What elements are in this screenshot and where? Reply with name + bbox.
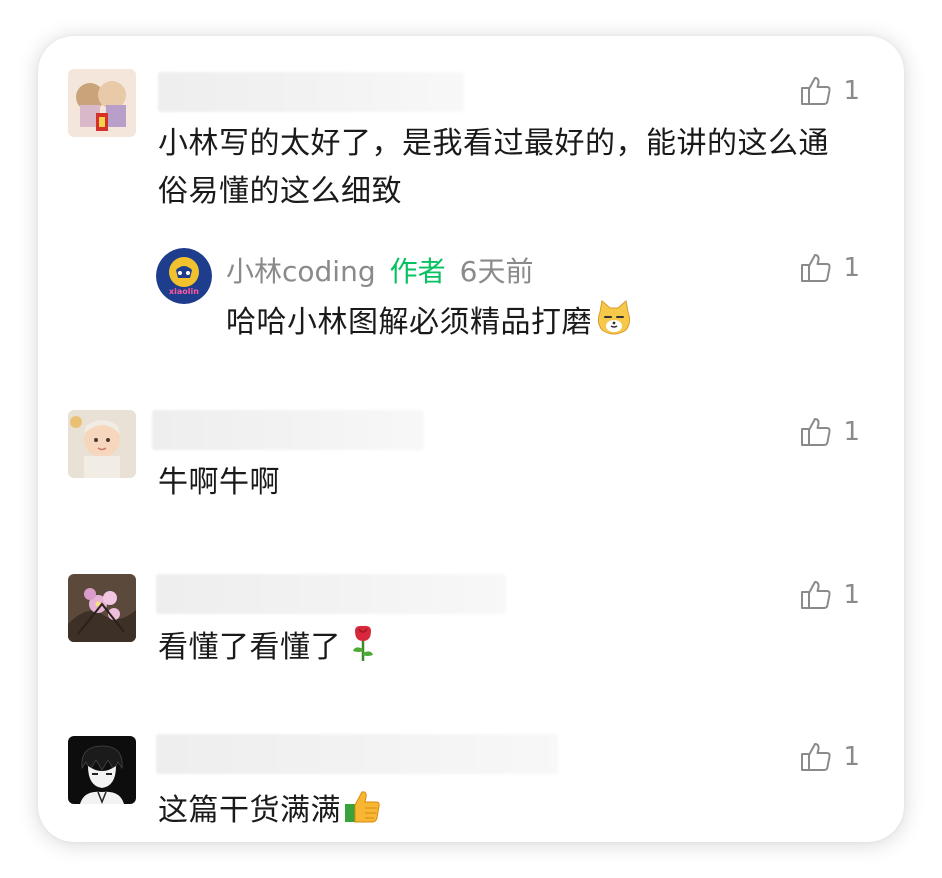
comment-text: 看懂了看懂了 [158,630,341,665]
comment-text: 小林写的太好了，是我看过最好的，能讲的这么通俗易懂的这么细致 [158,126,829,209]
like-count: 1 [843,253,860,283]
thumb-up-icon [799,74,833,108]
like-count: 1 [843,76,860,106]
like-count: 1 [843,417,860,447]
avatar[interactable] [68,410,136,478]
thumb-up-icon [799,740,833,774]
like-button[interactable]: 1 [799,740,860,774]
username-redacted [156,734,558,774]
reply-text: 哈哈小林图解必须精品打磨 [226,305,592,340]
thumb-up-icon [799,578,833,612]
username-redacted [158,72,464,112]
avatar[interactable] [68,736,136,804]
like-button[interactable]: 1 [799,74,860,108]
like-count: 1 [843,580,860,610]
thumbs-up-emoji [343,786,383,826]
thumb-up-icon [799,415,833,449]
username-redacted [152,410,424,450]
reply-content: 哈哈小林图解必须精品打磨 [226,298,846,347]
comment-card: 1 小林写的太好了，是我看过最好的，能讲的这么通俗易懂的这么细致 xiaolin… [38,36,904,842]
comment-content: 看懂了看懂了 [158,623,383,672]
like-count: 1 [843,742,860,772]
avatar[interactable] [68,69,136,137]
comment-text: 牛啊牛啊 [158,465,280,500]
comment-content: 这篇干货满满 [158,786,383,835]
cat-face-emoji [594,298,634,338]
rose-emoji [343,623,383,663]
reply-time: 6天前 [459,255,534,288]
author-tag: 作者 [389,255,446,288]
author-avatar[interactable]: xiaolin [156,248,212,304]
thumb-up-icon [799,251,833,285]
like-button[interactable]: 1 [799,251,860,285]
avatar-logo-text: xiaolin [169,287,199,296]
reply-meta: 小林coding 作者 6天前 [226,250,533,290]
author-name[interactable]: 小林coding [226,250,376,290]
like-button[interactable]: 1 [799,415,860,449]
avatar[interactable] [68,574,136,642]
like-button[interactable]: 1 [799,578,860,612]
comment-text: 这篇干货满满 [158,793,341,828]
username-redacted [156,574,506,614]
